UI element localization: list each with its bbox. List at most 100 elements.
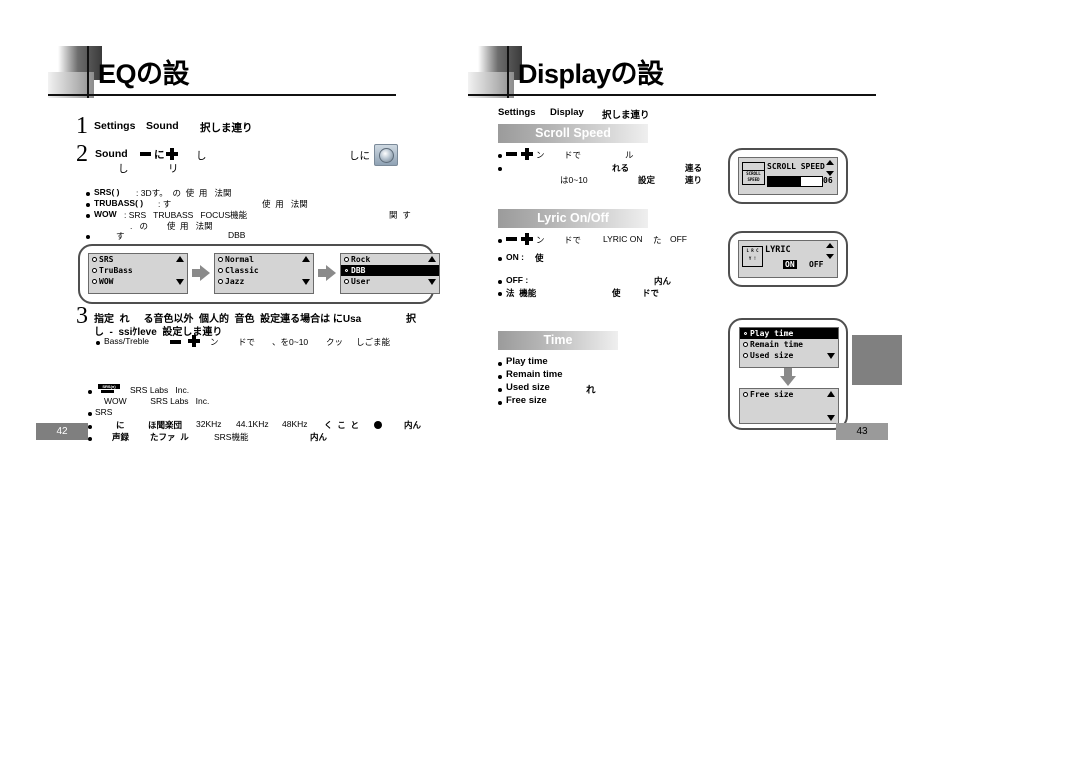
radio-icon [218, 268, 223, 273]
radio-icon-selected [344, 268, 349, 273]
header-rule [48, 94, 396, 96]
step-1-sound-label: Sound [146, 120, 179, 132]
radio-icon [218, 257, 223, 262]
lcd-row[interactable]: Classic [215, 265, 313, 276]
time-item-used-size-extra: れ [586, 385, 596, 396]
lcd-title: SCROLL SPEED [767, 162, 825, 171]
lcd-eq-presets-2[interactable]: Rock DBB User [340, 253, 440, 294]
scroll-up-arrow-icon[interactable] [302, 256, 310, 262]
lcd-row[interactable]: Remain time [740, 339, 838, 350]
section-bullet [498, 292, 502, 296]
plus-button-icon [521, 148, 533, 160]
lcd-eq-effects[interactable]: SRS TruBass WOW [88, 253, 188, 294]
step-3-line-1-tail: 択 [406, 314, 416, 325]
note-dbb-text2: DBB [228, 230, 246, 240]
radio-icon [743, 342, 748, 347]
lyric-line4-c: ドで [642, 288, 660, 298]
lcd-row[interactable]: TruBass [89, 265, 187, 276]
srs-logo-icon: SRS(●) [98, 384, 120, 393]
step-2-sound-label: Sound [95, 148, 128, 160]
lcd-row[interactable]: Normal [215, 254, 313, 265]
scroll-up-arrow-icon[interactable] [176, 256, 184, 262]
time-item-bullet [498, 375, 502, 379]
scroll-down-arrow-icon[interactable] [428, 279, 436, 285]
lcd-row[interactable]: User [341, 276, 439, 287]
scroll-up-arrow-icon[interactable] [428, 256, 436, 262]
radio-icon [218, 279, 223, 284]
scroll-speed-bar[interactable] [767, 176, 823, 187]
note-bullet [86, 192, 90, 196]
scroll-down-arrow-icon[interactable] [826, 254, 834, 259]
lcd-row[interactable]: Used size [740, 350, 838, 361]
page-number-left: 42 [36, 423, 88, 440]
scroll-down-arrow-icon[interactable] [176, 279, 184, 285]
lyric-screen-device: L R C Y ! LYRIC ON OFF [728, 231, 848, 287]
section-header-scroll-speed: Scroll Speed [498, 124, 648, 143]
navigation-joystick-icon [374, 144, 398, 166]
lcd-row-label: Classic [225, 266, 259, 275]
step-3-bass-treble-label: Bass/Treble [104, 336, 150, 346]
footnote-row3-g: 内ん [404, 420, 422, 430]
lyric-option-on[interactable]: ON [783, 260, 797, 269]
lcd-row-label: Rock [351, 255, 371, 264]
badge-line-2: Y ! [748, 256, 757, 261]
scroll-speed-screen-device: SCROLL SPEED SCROLL SPEED 06 [728, 148, 848, 204]
minus-button-icon [170, 340, 181, 344]
note-bullet [86, 235, 90, 239]
lcd-row[interactable]: WOW [89, 276, 187, 287]
bullet-dot-icon [374, 421, 382, 429]
section-header-time: Time [498, 331, 618, 350]
plus-button-icon [166, 148, 178, 160]
note-bullet [86, 203, 90, 207]
lcd-row-label: User [351, 277, 371, 286]
plus-button-icon [188, 335, 200, 347]
lcd-row-selected[interactable]: DBB [341, 265, 439, 276]
note-bullet [86, 214, 90, 218]
step-3-text-a: ン [210, 337, 219, 347]
flow-arrow-icon [192, 265, 210, 281]
scroll-up-arrow-icon[interactable] [826, 243, 834, 248]
lyric-off-label: OFF : [506, 275, 529, 285]
lcd-eq-presets-1[interactable]: Normal Classic Jazz [214, 253, 314, 294]
lcd-row[interactable]: SRS [89, 254, 187, 265]
footnote-bullet [88, 437, 92, 441]
lcd-row-label: Used size [750, 351, 794, 360]
time-item-used-size: Used size [506, 382, 550, 393]
radio-icon [743, 353, 748, 358]
radio-icon [344, 257, 349, 262]
lcd-time-top[interactable]: Play time Remain time Used size [739, 327, 839, 368]
step-2-ri-text: リ [168, 163, 179, 175]
scroll-down-arrow-icon[interactable] [827, 415, 835, 421]
lcd-row-label: WOW [99, 277, 114, 286]
lyric-option-off[interactable]: OFF [809, 260, 823, 269]
plus-button-icon [521, 233, 533, 245]
lcd-row[interactable]: Free size [740, 389, 838, 400]
scroll-up-arrow-icon[interactable] [827, 391, 835, 397]
footnote-bullet [88, 412, 92, 416]
footnote-row4-a: 声録 [112, 432, 130, 442]
section-header-lyric-on-off: Lyric On/Off [498, 209, 648, 228]
section-title: Lyric On/Off [537, 211, 609, 225]
radio-icon [92, 257, 97, 262]
scroll-speed-value: 06 [823, 176, 833, 185]
scroll-up-arrow-icon[interactable] [826, 160, 834, 165]
scroll-up-arrow-icon[interactable] [827, 330, 835, 336]
lcd-scroll-speed[interactable]: SCROLL SPEED SCROLL SPEED 06 [738, 157, 838, 195]
note-continuation-text: . の 使 用 法関 [130, 221, 213, 231]
lcd-lyric[interactable]: L R C Y ! LYRIC ON OFF [738, 240, 838, 278]
lyric-line1-b: ドで [564, 235, 582, 245]
lcd-row[interactable]: Jazz [215, 276, 313, 287]
badge-line-2: SPEED [747, 177, 760, 182]
right-page: Displayの設 Settings Display 択しま連り Scroll … [460, 0, 1080, 763]
page-title: Displayの設 [518, 59, 664, 89]
lcd-row-selected[interactable]: Play time [740, 328, 838, 339]
header-rule [468, 94, 876, 96]
breadcrumb-select-text: 択しま連り [602, 110, 650, 121]
section-title: Scroll Speed [535, 126, 611, 140]
scroll-down-arrow-icon[interactable] [827, 353, 835, 359]
time-item-bullet [498, 362, 502, 366]
lcd-time-bottom[interactable]: Free size [739, 388, 839, 424]
lcd-row[interactable]: Rock [341, 254, 439, 265]
scroll-speed-icon: SCROLL SPEED [742, 162, 765, 185]
scroll-down-arrow-icon[interactable] [302, 279, 310, 285]
